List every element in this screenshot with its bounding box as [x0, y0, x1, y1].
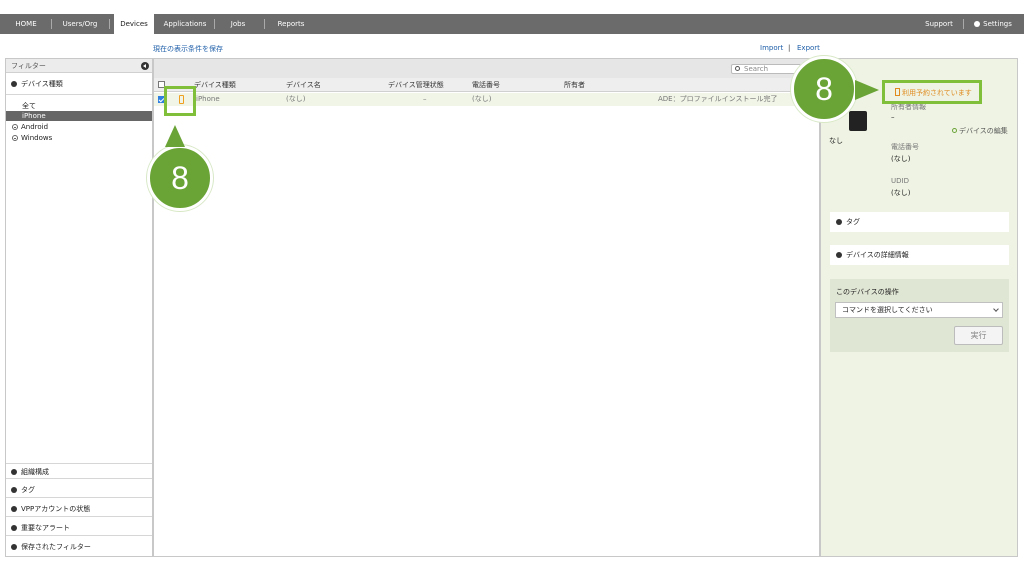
nav-applications[interactable]: Applications: [160, 14, 210, 34]
cell-status: –: [423, 95, 427, 103]
nav-separator: [214, 19, 215, 29]
collapse-sidebar-icon[interactable]: [141, 62, 149, 70]
expand-icon: [11, 487, 17, 493]
search-icon: [735, 66, 740, 71]
expand-icon: [11, 525, 17, 531]
filter-header: フィルター: [6, 59, 152, 73]
cell-ade-status: ADE：プロファイルインストール完了: [658, 95, 778, 103]
device-operations: このデバイスの操作 コマンドを選択してください 実行: [830, 279, 1009, 352]
device-detail-panel: 利用予約されています 所有者情報 – デバイスの編集 なし 電話番号 (なし) …: [820, 58, 1018, 557]
top-navigation: HOME Users/Org Devices Applications Jobs…: [0, 14, 1024, 34]
column-header-device-name[interactable]: デバイス名: [286, 78, 321, 92]
nav-home[interactable]: HOME: [8, 14, 44, 34]
phone-label: 電話番号: [891, 143, 919, 151]
expand-icon: [12, 124, 18, 130]
column-header-device-type[interactable]: デバイス種類: [194, 78, 236, 92]
command-select-value: コマンドを選択してください: [842, 306, 933, 314]
divider: [6, 94, 152, 95]
nav-jobs[interactable]: Jobs: [222, 14, 254, 34]
edit-device-label: デバイスの編集: [959, 127, 1008, 135]
section-label: デバイス種類: [21, 80, 63, 88]
item-label: Windows: [21, 134, 53, 142]
owner-info-value: –: [891, 113, 895, 121]
expand-icon: [836, 252, 842, 258]
filter-header-label: フィルター: [11, 62, 46, 70]
sidebar-section-device-type[interactable]: デバイス種類: [6, 76, 152, 92]
expand-icon: [836, 219, 842, 225]
table-header: デバイス種類 デバイス名 デバイス管理状態 電話番号 所有者: [154, 78, 819, 92]
device-name-value: なし: [829, 137, 843, 145]
nav-devices[interactable]: Devices: [114, 14, 154, 34]
sidebar-item-iphone[interactable]: iPhone: [6, 111, 152, 121]
tag-label: タグ: [846, 218, 860, 226]
edit-icon: [952, 128, 957, 133]
step-number-badge: 8: [791, 56, 857, 122]
cell-device-name: (なし): [286, 95, 306, 103]
section-label: VPPアカウントの状態: [21, 505, 91, 513]
section-label: タグ: [21, 486, 35, 494]
highlight-box-row-icon: [164, 86, 196, 116]
tag-section[interactable]: タグ: [830, 212, 1009, 232]
operations-title: このデバイスの操作: [836, 288, 899, 296]
nav-reports[interactable]: Reports: [273, 14, 309, 34]
expand-icon: [11, 544, 17, 550]
phone-value: (なし): [891, 155, 911, 163]
nav-support[interactable]: Support: [920, 14, 958, 34]
device-image: [849, 111, 867, 131]
column-header-owner[interactable]: 所有者: [564, 78, 585, 92]
table-toolbar: Search: [154, 59, 819, 78]
device-details-label: デバイスの詳細情報: [846, 251, 909, 259]
expand-icon: [11, 506, 17, 512]
callout-pointer: [165, 125, 185, 147]
column-header-phone[interactable]: 電話番号: [472, 78, 500, 92]
cell-phone: (なし): [472, 95, 492, 103]
sidebar-item-windows[interactable]: Windows: [6, 133, 152, 143]
table-row[interactable]: iPhone (なし) – (なし) ADE：プロファイルインストール完了: [154, 93, 819, 106]
edit-device-link[interactable]: デバイスの編集: [952, 126, 1008, 136]
nav-settings[interactable]: Settings: [970, 14, 1016, 34]
step-number-badge: 8: [147, 145, 213, 211]
section-label: 保存されたフィルター: [21, 543, 91, 551]
nav-separator: [963, 19, 964, 29]
chevron-down-icon: [993, 306, 999, 312]
save-filter-link[interactable]: 現在の表示条件を保存: [153, 44, 223, 54]
device-details-section[interactable]: デバイスの詳細情報: [830, 245, 1009, 265]
udid-value: (なし): [891, 189, 911, 197]
nav-separator: [51, 19, 52, 29]
search-placeholder: Search: [744, 65, 769, 73]
section-label: 組織構成: [21, 468, 49, 476]
link-divider: |: [788, 44, 791, 52]
expand-icon: [12, 135, 18, 141]
expand-icon: [11, 469, 17, 475]
item-label: Android: [21, 123, 49, 131]
filter-sidebar: フィルター デバイス種類 全て iPhone Android Windows 組…: [5, 58, 153, 557]
sidebar-section-tag[interactable]: タグ: [6, 482, 152, 498]
cell-device-type: iPhone: [196, 95, 220, 103]
nav-users-org[interactable]: Users/Org: [58, 14, 102, 34]
sidebar-item-android[interactable]: Android: [6, 122, 152, 132]
highlight-box-reserved: [882, 80, 982, 104]
run-button[interactable]: 実行: [954, 326, 1003, 345]
column-header-status[interactable]: デバイス管理状態: [388, 78, 444, 92]
command-select[interactable]: コマンドを選択してください: [835, 302, 1003, 318]
sidebar-section-org[interactable]: 組織構成: [6, 463, 152, 479]
nav-separator: [264, 19, 265, 29]
device-table-panel: Search デバイス種類 デバイス名 デバイス管理状態 電話番号 所有者 iP…: [153, 58, 820, 557]
search-input[interactable]: Search: [731, 64, 801, 74]
nav-separator: [109, 19, 110, 29]
sidebar-section-alerts[interactable]: 重要なアラート: [6, 520, 152, 536]
export-link[interactable]: Export: [797, 44, 820, 52]
gear-icon: [974, 21, 981, 27]
import-link[interactable]: Import: [760, 44, 783, 52]
sidebar-section-vpp[interactable]: VPPアカウントの状態: [6, 501, 152, 517]
sidebar-item-all[interactable]: 全て: [6, 101, 152, 111]
callout-pointer: [855, 80, 879, 100]
settings-label: Settings: [983, 20, 1012, 28]
sidebar-section-saved-filters[interactable]: 保存されたフィルター: [6, 539, 152, 555]
collapse-icon: [11, 81, 17, 87]
section-label: 重要なアラート: [21, 524, 70, 532]
udid-label: UDID: [891, 177, 909, 185]
